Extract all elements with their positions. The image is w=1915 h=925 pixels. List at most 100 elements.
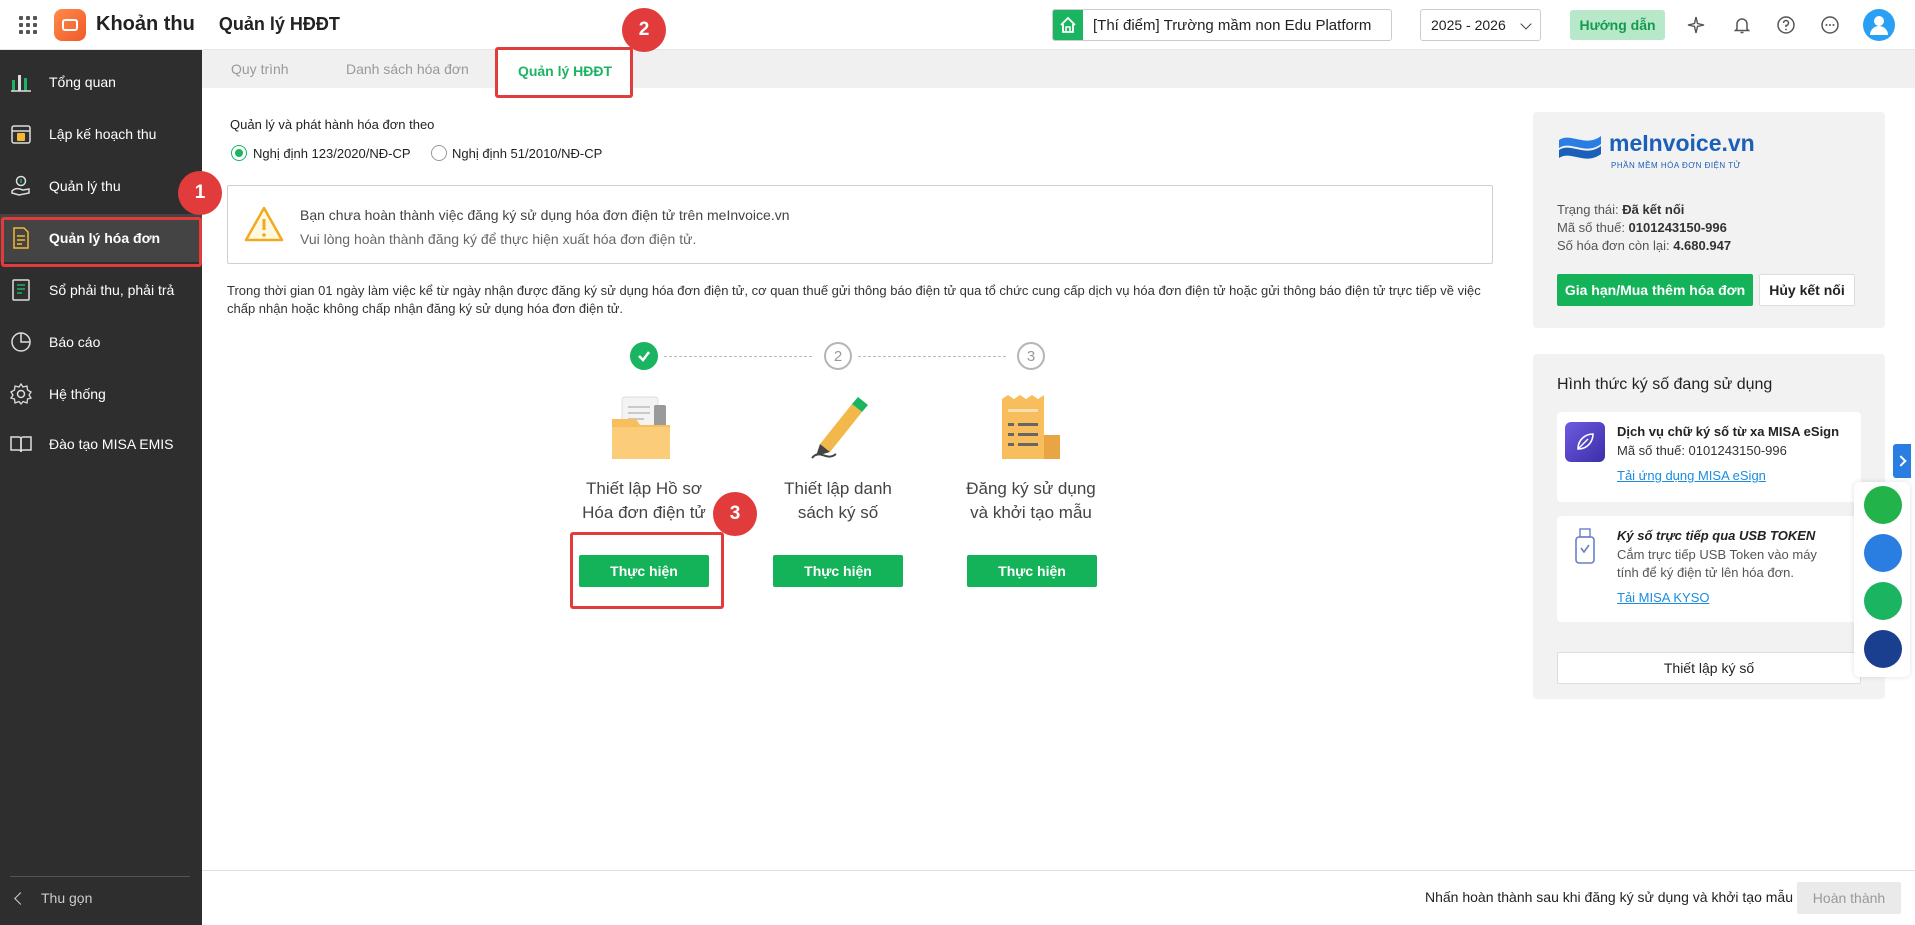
sidebar-item-training[interactable]: Đào tạo MISA EMIS xyxy=(0,420,202,468)
step-1-title-line-1: Thiết lập Hồ sơ xyxy=(585,479,703,498)
step-2-title-line-2: sách ký số xyxy=(797,503,879,522)
help-icon[interactable] xyxy=(1774,13,1798,37)
step-connector xyxy=(664,356,812,357)
step-2-execute-button[interactable]: Thực hiện xyxy=(773,555,903,587)
warning-line-2: Vui lòng hoàn thành đăng ký để thực hiện… xyxy=(300,231,697,247)
kyso-download-link[interactable]: Tải MISA KYSO xyxy=(1617,590,1709,605)
warning-box: Bạn chưa hoàn thành việc đăng ký sử dụng… xyxy=(227,185,1493,264)
sparkle-icon[interactable] xyxy=(1684,13,1708,37)
chevron-down-icon xyxy=(1520,18,1532,30)
connection-status: Trạng thái: Đã kết nối xyxy=(1557,202,1684,217)
annotation-badge-1: 1 xyxy=(178,171,222,215)
annotation-box-3 xyxy=(570,532,724,609)
usb-desc-line-1: Cắm trực tiếp USB Token vào máy xyxy=(1617,547,1817,562)
esign-download-link[interactable]: Tải ứng dụng MISA eSign xyxy=(1617,468,1766,483)
collapse-sidebar-button[interactable]: Thu gọn xyxy=(14,890,93,906)
sidebar: Tổng quan Lập kế hoạch thu Quản lý thu Q… xyxy=(0,50,202,925)
chevron-left-icon xyxy=(14,891,27,905)
sidebar-item-receivables[interactable]: Sổ phải thu, phải trả xyxy=(0,266,202,314)
bell-icon[interactable] xyxy=(1730,13,1754,37)
status-label: Trạng thái: xyxy=(1557,202,1623,217)
tab-invoice-list[interactable]: Danh sách hóa đơn xyxy=(346,50,469,88)
step-2-title: Thiết lập danh sách ký số xyxy=(748,477,928,525)
manage-label: Quản lý và phát hành hóa đơn theo xyxy=(230,117,435,132)
step-3-title: Đăng ký sử dụng và khởi tạo mẫu xyxy=(941,477,1121,525)
sidebar-item-label: Báo cáo xyxy=(49,334,101,350)
pen-signature-illustration-icon xyxy=(806,394,870,467)
year-select[interactable]: 2025 - 2026 xyxy=(1420,9,1541,41)
disconnect-button[interactable]: Hủy kết nối xyxy=(1759,274,1855,306)
collapse-label: Thu gọn xyxy=(41,890,93,906)
sidebar-divider xyxy=(10,876,190,877)
status-value: Đã kết nối xyxy=(1622,202,1685,217)
chatbot-icon[interactable] xyxy=(1864,582,1902,620)
notice-text: Trong thời gian 01 ngày làm việc kể từ n… xyxy=(227,283,1481,316)
calendar-money-icon xyxy=(9,122,33,146)
meinvoice-logo-icon xyxy=(1557,130,1603,171)
step-3-title-line-2: và khởi tạo mẫu xyxy=(970,503,1092,522)
expand-panel-tab[interactable] xyxy=(1893,444,1911,478)
step-1-check-icon xyxy=(630,342,658,370)
annotation-badge-3: 3 xyxy=(713,492,757,536)
tax-label: Mã số thuế: xyxy=(1557,220,1629,235)
sidebar-item-label: Quản lý thu xyxy=(49,178,121,194)
app-grid-icon[interactable] xyxy=(19,15,37,34)
book-icon xyxy=(9,432,33,456)
signing-title: Hình thức ký số đang sử dụng xyxy=(1557,376,1773,393)
assistant-avatar-icon[interactable] xyxy=(1864,630,1902,668)
step-3-title-line-1: Đăng ký sử dụng xyxy=(966,479,1096,498)
guide-button[interactable]: Hướng dẫn xyxy=(1570,10,1665,40)
finish-button[interactable]: Hoàn thành xyxy=(1797,882,1901,914)
warning-line-1: Bạn chưa hoàn thành việc đăng ký sử dụng… xyxy=(300,207,790,223)
year-value: 2025 - 2026 xyxy=(1431,17,1506,33)
usb-token-card: Ký số trực tiếp qua USB TOKEN Cắm trực t… xyxy=(1557,516,1861,622)
receipt-illustration-icon xyxy=(998,395,1064,466)
radio-decree-123[interactable] xyxy=(231,145,247,161)
app-logo-icon xyxy=(54,8,86,41)
remaining-label: Số hóa đơn còn lại: xyxy=(1557,238,1674,253)
user-avatar[interactable] xyxy=(1863,9,1895,41)
esign-card: Dịch vụ chữ ký số từ xa MISA eSign Mã số… xyxy=(1557,412,1861,502)
sidebar-item-label: Hệ thống xyxy=(49,386,106,402)
pie-chart-icon xyxy=(9,330,33,354)
radio-decree-51-label: Nghị định 51/2010/NĐ-CP xyxy=(452,146,603,161)
meinvoice-logo-sub: PHẦN MỀM HÓA ĐƠN ĐIỆN TỬ xyxy=(1611,161,1741,170)
sidebar-item-overview[interactable]: Tổng quan xyxy=(0,58,202,106)
page-title: Quản lý HĐĐT xyxy=(218,14,340,34)
signing-panel: Hình thức ký số đang sử dụng Dịch vụ chữ… xyxy=(1533,354,1885,699)
step-2-number: 2 xyxy=(824,342,852,370)
megaphone-icon[interactable] xyxy=(1864,534,1902,572)
warning-icon xyxy=(244,206,284,245)
radio-decree-51[interactable] xyxy=(431,145,447,161)
step-1-title-line-2: Hóa đơn điện tử xyxy=(582,503,706,522)
footer-bar: Nhấn hoàn thành sau khi đăng ký sử dụng … xyxy=(202,870,1915,925)
tab-bar: Quy trình Danh sách hóa đơn Quản lý HĐĐT xyxy=(202,50,1915,92)
remaining-value: 4.680.947 xyxy=(1673,238,1732,253)
sidebar-item-system[interactable]: Hệ thống xyxy=(0,370,202,418)
annotation-box-1 xyxy=(1,217,202,267)
step-2-title-line-1: Thiết lập danh xyxy=(784,479,892,498)
usb-title: Ký số trực tiếp qua USB TOKEN xyxy=(1617,528,1816,543)
setup-signing-button[interactable]: Thiết lập ký số xyxy=(1557,652,1861,684)
meinvoice-logo-text: meInvoice.vn xyxy=(1609,130,1755,156)
floating-help-bar xyxy=(1854,482,1910,677)
school-name: [Thí điểm] Trường mầm non Edu Platform xyxy=(1093,16,1372,34)
footer-hint: Nhấn hoàn thành sau khi đăng ký sử dụng … xyxy=(1424,889,1793,905)
sidebar-item-label: Tổng quan xyxy=(49,74,116,90)
esign-title: Dịch vụ chữ ký số từ xa MISA eSign xyxy=(1617,424,1840,439)
sidebar-item-collection[interactable]: Quản lý thu xyxy=(0,162,202,210)
more-options-icon[interactable] xyxy=(1818,13,1842,37)
lightbulb-icon[interactable] xyxy=(1864,486,1902,524)
gear-icon xyxy=(9,382,33,406)
sidebar-item-reports[interactable]: Báo cáo xyxy=(0,318,202,366)
step-1-title: Thiết lập Hồ sơ Hóa đơn điện tử xyxy=(554,477,734,525)
sidebar-item-planning[interactable]: Lập kế hoạch thu xyxy=(0,110,202,158)
school-home-icon xyxy=(1053,10,1083,40)
annotation-box-2 xyxy=(495,47,633,98)
step-3-execute-button[interactable]: Thực hiện xyxy=(967,555,1097,587)
school-select[interactable]: [Thí điểm] Trường mầm non Edu Platform xyxy=(1052,9,1392,41)
tab-process[interactable]: Quy trình xyxy=(231,50,289,88)
step-3-number: 3 xyxy=(1017,342,1045,370)
hand-coin-icon xyxy=(9,174,33,198)
renew-invoice-button[interactable]: Gia hạn/Mua thêm hóa đơn xyxy=(1557,274,1753,306)
